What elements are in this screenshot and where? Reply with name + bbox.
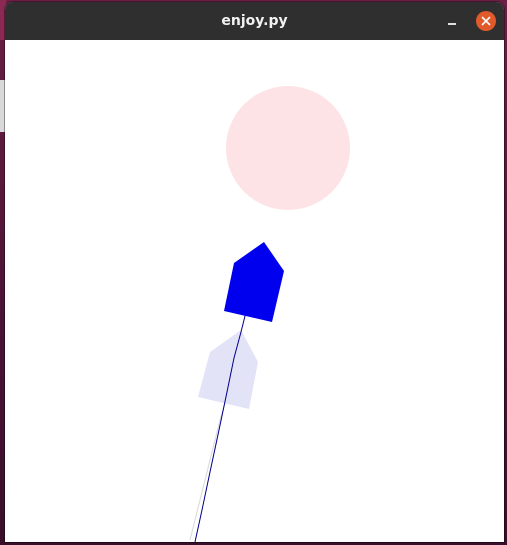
app-window: enjoy.py <box>5 2 504 542</box>
close-button[interactable] <box>476 11 496 31</box>
minimize-button[interactable] <box>442 11 462 31</box>
target-circle <box>226 86 350 210</box>
close-icon <box>481 16 491 26</box>
window-title: enjoy.py <box>221 13 288 29</box>
render-canvas <box>5 40 504 542</box>
agent-pentagon <box>224 242 284 322</box>
title-bar[interactable]: enjoy.py <box>5 2 504 41</box>
ghost-agent-pentagon <box>198 330 258 409</box>
scene-svg <box>189 86 350 542</box>
minimize-icon <box>448 23 456 25</box>
